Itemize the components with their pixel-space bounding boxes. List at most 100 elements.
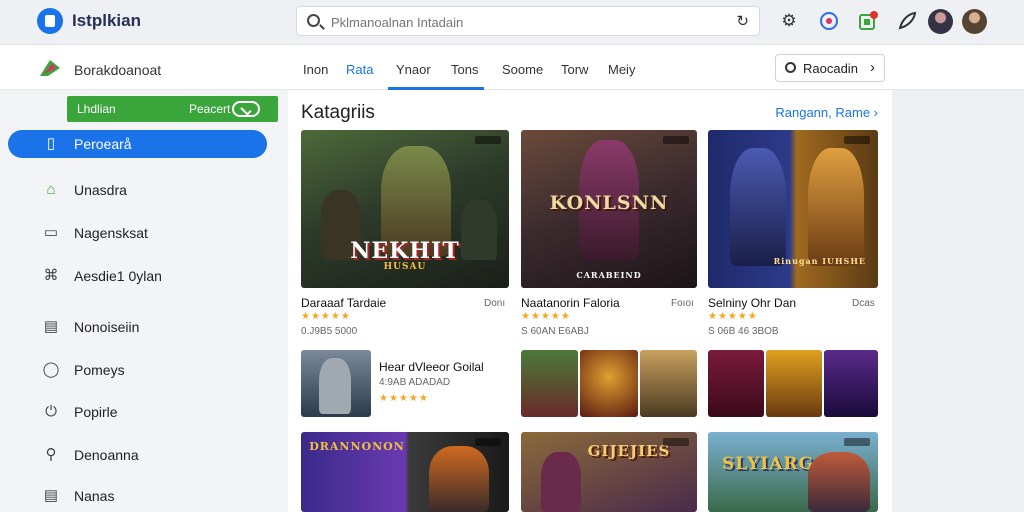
search-input[interactable] <box>331 12 711 32</box>
book-icon: ▯ <box>46 135 56 152</box>
game-title[interactable]: Naatanorin Faloria <box>521 296 620 310</box>
sidebar-item-label: Unasdra <box>74 182 127 198</box>
home-icon: ⌂ <box>46 181 56 198</box>
tab-ynaor[interactable]: Ynaor <box>396 62 431 77</box>
game-price: Foıoı <box>671 298 694 309</box>
sidebar-item-8[interactable]: ▤ Nanas <box>8 482 267 510</box>
sidebar-item-label: Nagensksat <box>74 225 148 241</box>
badge-icon <box>844 136 870 144</box>
feather-icon[interactable] <box>896 10 918 32</box>
badge-icon <box>475 136 501 144</box>
game-banner-subtext: HUSAU <box>383 262 427 272</box>
nav-bar: Borakdoanoat Inon Rata Ynaor Tons Soome … <box>0 44 1024 90</box>
game-thumbnail[interactable]: KONLSNN CARABEIND <box>521 130 697 288</box>
star-rating: ★★★★★ <box>301 311 351 322</box>
section-title: Katagriis <box>301 102 375 123</box>
game-thumbnail[interactable]: NEKHIT HUSAU <box>301 130 509 288</box>
avatar-secondary[interactable] <box>962 9 987 34</box>
app-title-text: Istplkian <box>72 11 141 30</box>
game-banner-text: NEKHIT <box>350 238 460 264</box>
game-thumbnail[interactable] <box>301 350 371 417</box>
chat-icon: ◯ <box>42 361 60 378</box>
store-icon[interactable] <box>857 10 879 32</box>
sidebar-item-0[interactable]: ▯ Peroearå <box>8 130 267 158</box>
sidebar: Lhdlian Peacert ▯ Peroearå ⌂ Unasdra ▭ N… <box>0 90 288 512</box>
nav-action-label: Raocadin <box>803 61 858 76</box>
sidebar-item-label: Nonoiseiin <box>74 319 140 335</box>
app-title: Istplkian <box>72 11 141 31</box>
tab-tons[interactable]: Tons <box>451 62 478 77</box>
window-icon: ▭ <box>43 224 59 241</box>
tab-meiy[interactable]: Meiy <box>608 62 635 77</box>
sidebar-item-label: Aesdie1 0ylan <box>74 268 162 284</box>
stars: ★★★★★ <box>521 311 571 322</box>
game-thumbnail[interactable] <box>708 350 764 417</box>
logo-icon[interactable] <box>37 8 63 34</box>
promo-right-label: Peacert <box>189 102 231 116</box>
tab-soome[interactable]: Soome <box>502 62 543 77</box>
game-banner-subtext: CARABEIND <box>576 270 642 280</box>
game-thumbnail[interactable]: DRANNONON <box>301 432 509 512</box>
sidebar-item-2[interactable]: ▭ Nagensksat <box>8 219 267 247</box>
stars: ★★★★★ <box>379 393 429 404</box>
sidebar-item-label: Pomeys <box>74 362 125 378</box>
sidebar-item-3[interactable]: ⌘ Aesdie1 0ylan <box>8 262 267 290</box>
badge-icon <box>663 438 689 446</box>
game-price: Donı <box>484 298 506 309</box>
brand-logo-icon <box>40 60 60 76</box>
promo-bar[interactable]: Lhdlian Peacert <box>67 96 278 122</box>
search-icon <box>785 62 796 73</box>
sidebar-item-5[interactable]: ◯ Pomeys <box>8 356 267 384</box>
refresh-icon[interactable]: ↻ <box>736 12 749 30</box>
sidebar-item-label: Denoanna <box>74 447 139 463</box>
badge-icon <box>475 438 501 446</box>
badge-icon <box>663 136 689 144</box>
tab-inon[interactable]: Inon <box>303 62 328 77</box>
promo-left-label: Lhdlian <box>77 102 116 116</box>
game-thumbnail[interactable] <box>580 350 638 417</box>
sidebar-item-1[interactable]: ⌂ Unasdra <box>8 176 267 204</box>
list-icon: ▤ <box>43 318 59 335</box>
game-thumbnail[interactable] <box>766 350 822 417</box>
game-title[interactable]: Daraaaf Tardaie <box>301 296 386 310</box>
menu-icon: ▤ <box>43 487 59 504</box>
search-icon[interactable] <box>307 14 320 27</box>
game-title[interactable]: Hear dVleeor Goilal <box>379 360 484 374</box>
stars: ★★★★★ <box>301 311 351 322</box>
right-margin <box>892 90 1024 512</box>
game-thumbnail[interactable]: GIJEJIES <box>521 432 697 512</box>
settings-icon[interactable]: ⚙ <box>778 10 800 32</box>
nav-action-button[interactable]: Raocadin › <box>775 54 885 82</box>
search-bar[interactable]: ↻ <box>296 6 760 36</box>
avatar[interactable] <box>928 9 953 34</box>
game-thumbnail[interactable] <box>824 350 878 417</box>
section-link[interactable]: Rangann, Rame › <box>775 105 878 120</box>
game-meta: 4:9AB ADADAD <box>379 377 451 388</box>
tab-torw[interactable]: Torw <box>561 62 588 77</box>
sidebar-item-7[interactable]: ⚲ Denoanna <box>8 441 267 469</box>
sidebar-item-label: Nanas <box>74 488 115 504</box>
game-banner-text: KONLSNN <box>549 192 669 214</box>
search-icon: ⚲ <box>45 446 57 463</box>
game-thumbnail[interactable] <box>640 350 697 417</box>
globe-icon[interactable] <box>818 10 840 32</box>
game-meta: 0.J9B5 5000 <box>301 326 358 337</box>
chevron-right-icon: › <box>870 59 875 76</box>
nav-brand: Borakdoanoat <box>74 62 162 78</box>
game-banner-subtext: Rinugan IUHSHE <box>773 256 866 266</box>
tab-rata[interactable]: Rata <box>346 62 373 77</box>
game-icon: ⌘ <box>43 267 59 284</box>
game-thumbnail[interactable] <box>521 350 578 417</box>
star-rating: ★★★★★ <box>521 311 571 322</box>
badge-icon <box>844 438 870 446</box>
game-thumbnail[interactable]: SLYIARG <box>708 432 878 512</box>
star-rating: ★★★★★ <box>708 311 758 322</box>
game-title[interactable]: Selniny Ohr Dan <box>708 296 796 310</box>
sidebar-item-6[interactable]: ⏻ Popirle <box>8 398 267 426</box>
game-meta: S 06B 46 3BOB <box>708 326 779 337</box>
check-toggle-icon[interactable] <box>232 101 260 117</box>
sidebar-item-4[interactable]: ▤ Nonoiseiin <box>8 313 267 341</box>
top-bar: Istplkian ↻ ⚙ <box>0 0 1024 44</box>
game-thumbnail[interactable]: Rinugan IUHSHE <box>708 130 878 288</box>
sidebar-item-label: Peroearå <box>74 136 132 152</box>
